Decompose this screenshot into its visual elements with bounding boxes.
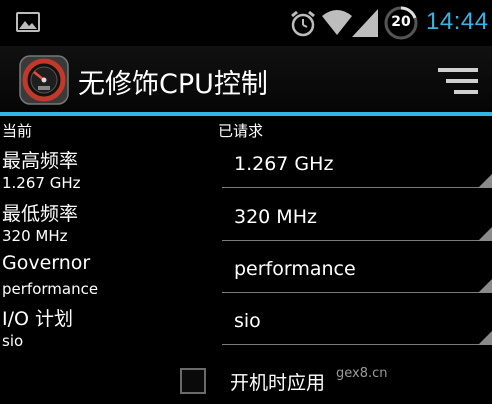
overflow-menu-icon[interactable] — [434, 66, 478, 96]
max-frequency-selected: 1.267 GHz — [234, 153, 334, 175]
speedometer-icon[interactable] — [18, 54, 70, 106]
spinner-underline — [222, 187, 492, 188]
signal-icon — [352, 9, 378, 37]
status-bar: 20 14:44 — [0, 0, 492, 46]
wifi-icon — [322, 10, 352, 35]
dropdown-triangle-icon — [478, 174, 492, 188]
io-scheduler-selected: sio — [234, 310, 261, 332]
min-frequency-current: 320 MHz — [2, 227, 68, 245]
min-frequency-spinner[interactable]: 320 MHz — [222, 197, 492, 241]
apply-on-boot-checkbox[interactable] — [180, 368, 206, 394]
watermark: gex8.cn — [336, 366, 388, 381]
min-frequency-selected: 320 MHz — [234, 206, 317, 228]
dropdown-triangle-icon — [478, 227, 492, 241]
gallery-icon — [16, 12, 40, 32]
max-frequency-label: 最高频率 — [2, 150, 79, 172]
dropdown-triangle-icon — [478, 279, 492, 293]
io-scheduler-current: sio — [2, 332, 24, 350]
min-frequency-label: 最低频率 — [2, 203, 79, 225]
spinner-underline — [222, 344, 492, 345]
action-bar: 无修饰CPU控制 — [0, 46, 492, 112]
battery-icon: 20 — [384, 6, 418, 40]
governor-spinner[interactable]: performance — [222, 249, 492, 293]
max-frequency-current: 1.267 GHz — [2, 174, 81, 192]
cpu-settings-panel: 当前 已请求 最高频率 1.267 GHz 1.267 GHz 最低频率 320… — [0, 116, 492, 404]
spinner-underline — [222, 240, 492, 241]
governor-label: Governor — [2, 252, 91, 274]
max-frequency-spinner[interactable]: 1.267 GHz — [222, 144, 492, 188]
governor-current: performance — [2, 280, 99, 298]
alarm-clock-icon — [291, 10, 315, 37]
dropdown-triangle-icon — [478, 331, 492, 345]
io-scheduler-label: I/O 计划 — [2, 308, 73, 330]
governor-selected: performance — [234, 258, 356, 280]
battery-level: 20 — [391, 14, 411, 30]
apply-on-boot-label: 开机时应用 — [230, 372, 326, 394]
requested-header: 已请求 — [218, 122, 264, 140]
current-header: 当前 — [2, 122, 33, 140]
app-title: 无修饰CPU控制 — [78, 69, 268, 100]
io-scheduler-spinner[interactable]: sio — [222, 301, 492, 345]
spinner-underline — [222, 292, 492, 293]
status-clock: 14:44 — [426, 8, 489, 35]
